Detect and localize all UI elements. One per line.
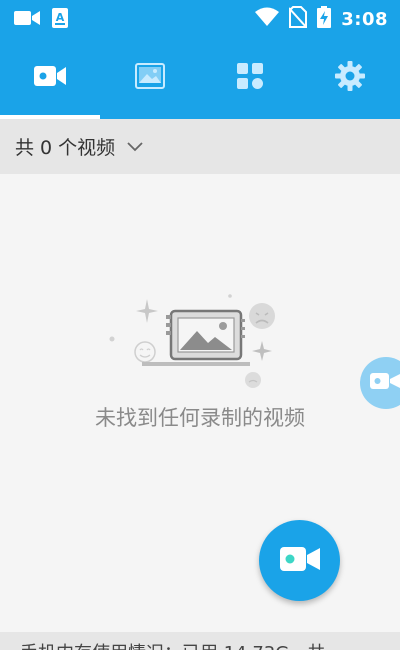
video-count-label: 共 0 个视频 xyxy=(15,137,116,159)
storage-usage-text: 手机内存使用情况：已用 14.73G，共 xyxy=(20,639,325,650)
tab-settings[interactable] xyxy=(300,36,400,119)
clock-time: 3:08 xyxy=(341,8,388,30)
wifi-icon xyxy=(255,7,280,31)
video-camera-icon xyxy=(14,9,40,31)
video-count-dropdown[interactable]: 共 0 个视频 xyxy=(0,119,400,174)
tab-bar xyxy=(0,36,400,119)
status-bar: A 3:08 xyxy=(0,0,400,36)
record-video-button[interactable] xyxy=(259,520,340,601)
video-camera-icon xyxy=(279,545,320,577)
battery-charging-icon xyxy=(317,6,332,32)
image-icon xyxy=(135,62,165,93)
video-camera-icon xyxy=(34,65,66,91)
tab-videos[interactable] xyxy=(0,36,100,119)
video-camera-icon xyxy=(370,371,400,395)
svg-text:A: A xyxy=(56,11,65,24)
empty-state-illustration xyxy=(100,289,280,393)
gear-icon xyxy=(335,60,365,95)
tab-images[interactable] xyxy=(100,36,200,119)
no-sim-icon xyxy=(288,6,308,32)
accessibility-a-icon: A xyxy=(52,8,68,32)
empty-state-message: 未找到任何录制的视频 xyxy=(95,406,305,430)
grid-icon xyxy=(237,62,263,93)
chevron-down-icon xyxy=(127,137,143,156)
storage-usage-bar: 手机内存使用情况：已用 14.73G，共 xyxy=(0,632,400,650)
tab-tools[interactable] xyxy=(200,36,300,119)
